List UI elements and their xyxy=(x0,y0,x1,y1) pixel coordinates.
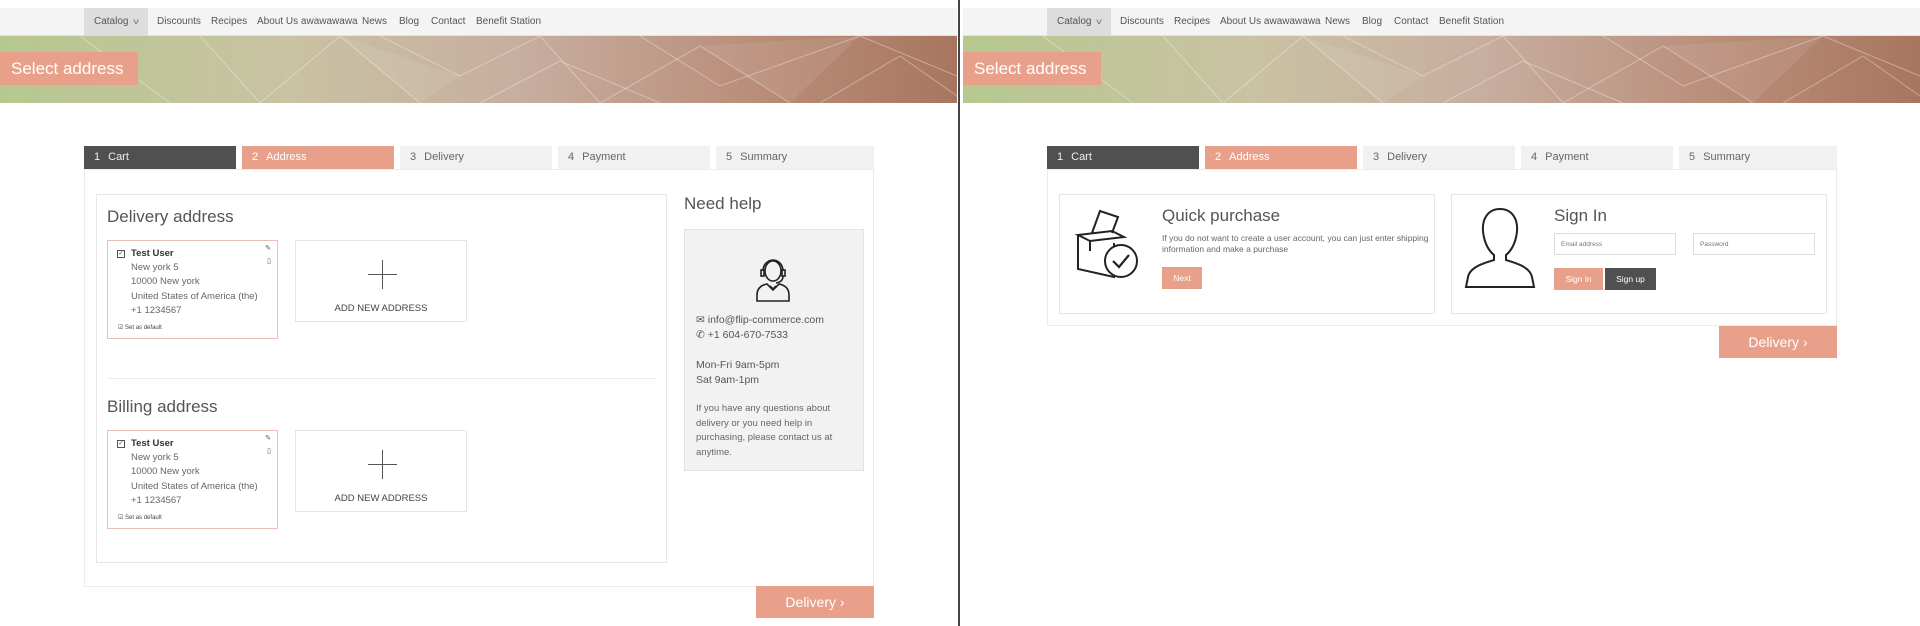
trash-icon[interactable]: ▯ xyxy=(267,447,271,455)
address-city: 10000 New york xyxy=(131,276,200,287)
step-summary[interactable]: 5 Summary xyxy=(716,146,874,169)
panel-divider xyxy=(958,0,960,626)
step-address[interactable]: 2 Address xyxy=(242,146,394,169)
banner-pattern xyxy=(79,36,957,103)
set-default-checkbox[interactable]: ☑ Set as default xyxy=(118,514,162,521)
address-phone: +1 1234567 xyxy=(131,305,182,316)
help-hours-weekday: Mon-Fri 9am-5pm xyxy=(696,359,780,371)
page-banner: Select address xyxy=(963,36,1920,103)
nav-blog[interactable]: Blog xyxy=(1362,8,1382,36)
next-button[interactable]: Next xyxy=(1162,267,1202,289)
nav-recipes[interactable]: Recipes xyxy=(211,8,247,36)
quick-purchase-title: Quick purchase xyxy=(1162,206,1281,225)
sign-in-box: Sign In Sign in Sign up xyxy=(1451,194,1827,314)
checkout-content: Delivery address ✓ Test User New york 5 … xyxy=(84,169,874,587)
nav-benefit-station[interactable]: Benefit Station xyxy=(1439,8,1504,36)
sign-in-button[interactable]: Sign in xyxy=(1554,268,1603,290)
add-new-address-button[interactable]: ADD NEW ADDRESS xyxy=(295,240,467,322)
nav-benefit-station[interactable]: Benefit Station xyxy=(476,8,541,36)
address-street: New york 5 xyxy=(131,452,179,463)
edit-icon[interactable]: ✎ xyxy=(265,434,271,442)
help-box: ✉ info@flip-commerce.com ✆ +1 604-670-75… xyxy=(684,229,864,471)
checkout-login-panel: Catalog v Discounts Recipes About Us awaw… xyxy=(963,0,1920,626)
quick-purchase-text: If you do not want to create a user acco… xyxy=(1162,233,1429,254)
billing-address-card[interactable]: ✓ Test User New york 5 10000 New york Un… xyxy=(107,430,278,529)
address-street: New york 5 xyxy=(131,262,179,273)
address-country: United States of America (the) xyxy=(131,291,258,302)
nav-catalog[interactable]: Catalog v xyxy=(84,8,149,36)
page-title: Select address xyxy=(963,52,1102,85)
need-help-title: Need help xyxy=(684,194,762,213)
delivery-address-title: Delivery address xyxy=(107,207,234,226)
help-phone[interactable]: ✆ +1 604-670-7533 xyxy=(696,329,788,341)
checkout-steps: 1 Cart 2 Address 3 Delivery 4 Payment 5 Summa… xyxy=(84,146,874,169)
nav-contact[interactable]: Contact xyxy=(431,8,465,36)
nav-contact[interactable]: Contact xyxy=(1394,8,1428,36)
user-silhouette-icon xyxy=(1464,207,1536,288)
checkout-steps: 1 Cart 2 Address 3 Delivery 4 Payment 5 Summa… xyxy=(1047,146,1837,169)
address-selection-box: Delivery address ✓ Test User New york 5 … xyxy=(96,194,667,563)
support-agent-icon xyxy=(756,259,790,302)
nav-blog[interactable]: Blog xyxy=(399,8,419,36)
address-name: Test User xyxy=(131,248,174,259)
address-name: Test User xyxy=(131,438,174,449)
phone-icon: ✆ xyxy=(696,329,705,341)
chevron-down-icon: v xyxy=(133,17,140,26)
nav-recipes[interactable]: Recipes xyxy=(1174,8,1210,36)
address-city: 10000 New york xyxy=(131,466,200,477)
step-summary[interactable]: 5 Summary xyxy=(1679,146,1837,169)
delivery-button[interactable]: Delivery › xyxy=(756,586,874,618)
trash-icon[interactable]: ▯ xyxy=(267,257,271,265)
step-delivery[interactable]: 3 Delivery xyxy=(400,146,552,169)
address-country: United States of America (the) xyxy=(131,481,258,492)
page-title: Select address xyxy=(0,52,139,85)
step-cart[interactable]: 1 Cart xyxy=(1047,146,1199,169)
nav-news[interactable]: News xyxy=(1325,8,1350,36)
nav-discounts[interactable]: Discounts xyxy=(1120,8,1164,36)
delivery-button[interactable]: Delivery › xyxy=(1719,326,1837,358)
checkout-address-panel: Catalog v Discounts Recipes About Us awaw… xyxy=(0,0,957,626)
step-address[interactable]: 2 Address xyxy=(1205,146,1357,169)
billing-address-title: Billing address xyxy=(107,397,218,416)
address-phone: +1 1234567 xyxy=(131,495,182,506)
sign-up-button[interactable]: Sign up xyxy=(1605,268,1656,290)
help-email[interactable]: ✉ info@flip-commerce.com xyxy=(696,314,824,326)
divider xyxy=(107,378,656,379)
help-hours-saturday: Sat 9am-1pm xyxy=(696,374,760,386)
edit-icon[interactable]: ✎ xyxy=(265,244,271,252)
chevron-right-icon: › xyxy=(839,594,845,610)
nav-catalog[interactable]: Catalog v xyxy=(1047,8,1112,36)
step-payment[interactable]: 4 Payment xyxy=(558,146,710,169)
sign-in-title: Sign In xyxy=(1554,206,1607,225)
step-payment[interactable]: 4 Payment xyxy=(1521,146,1673,169)
chevron-right-icon: › xyxy=(1802,334,1808,350)
step-cart[interactable]: 1 Cart xyxy=(84,146,236,169)
nav-news[interactable]: News xyxy=(362,8,387,36)
email-field[interactable] xyxy=(1554,233,1676,255)
quick-purchase-box: Quick purchase If you do not want to cre… xyxy=(1059,194,1435,314)
banner-pattern xyxy=(1042,36,1920,103)
checkout-content: Quick purchase If you do not want to cre… xyxy=(1047,169,1837,326)
nav-discounts[interactable]: Discounts xyxy=(157,8,201,36)
add-new-address-button[interactable]: ADD NEW ADDRESS xyxy=(295,430,467,512)
page-banner: Select address xyxy=(0,36,957,103)
password-field[interactable] xyxy=(1693,233,1815,255)
main-nav: Catalog v Discounts Recipes About Us awaw… xyxy=(963,8,1920,36)
delivery-address-card[interactable]: ✓ Test User New york 5 10000 New york Un… xyxy=(107,240,278,339)
main-nav: Catalog v Discounts Recipes About Us awaw… xyxy=(0,8,957,36)
step-delivery[interactable]: 3 Delivery xyxy=(1363,146,1515,169)
chevron-down-icon: v xyxy=(1096,17,1103,26)
checkbox-checked-icon[interactable]: ✓ xyxy=(117,250,125,258)
envelope-icon: ✉ xyxy=(696,314,705,326)
nav-about[interactable]: About Us awawawawa xyxy=(257,8,358,36)
checkbox-checked-icon[interactable]: ✓ xyxy=(117,440,125,448)
set-default-checkbox[interactable]: ☑ Set as default xyxy=(118,324,162,331)
ballot-box-check-icon xyxy=(1074,209,1138,279)
help-text: If you have any questions about delivery… xyxy=(696,403,833,458)
nav-about[interactable]: About Us awawawawa xyxy=(1220,8,1321,36)
